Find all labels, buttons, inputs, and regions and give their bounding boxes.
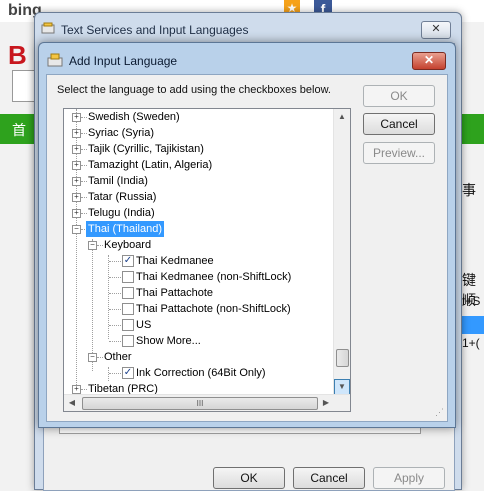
checkbox[interactable] xyxy=(122,271,134,283)
tree-item-label: Thai Pattachote (non-ShiftLock) xyxy=(136,303,291,315)
collapse-icon[interactable]: − xyxy=(88,241,97,250)
scroll-thumb[interactable]: III xyxy=(82,397,318,410)
tree-item-label: Tamil (India) xyxy=(88,175,148,187)
tree-item-label: Show More... xyxy=(136,335,201,347)
horizontal-scrollbar[interactable]: ◀ III ▶ xyxy=(64,394,350,411)
tree-item-label: Syriac (Syria) xyxy=(88,127,155,139)
tree-item-label: US xyxy=(136,319,152,331)
keyboard-icon xyxy=(41,22,55,34)
tree-item-label: Tatar (Russia) xyxy=(88,191,157,203)
close-button[interactable]: ✕ xyxy=(412,52,446,70)
tree-item-label: Tajik (Cyrillic, Tajikistan) xyxy=(88,143,204,155)
ok-button[interactable]: OK xyxy=(363,85,435,107)
tree-item-label: Ink Correction (64Bit Only) xyxy=(136,367,266,379)
dialog-title: Add Input Language xyxy=(69,54,178,68)
expand-icon[interactable]: + xyxy=(72,113,81,122)
checkbox[interactable]: ✓ xyxy=(122,255,134,267)
tree-item-label: Thai Pattachote xyxy=(136,287,214,299)
expand-icon[interactable]: + xyxy=(72,161,81,170)
dialog-title: Text Services and Input Languages xyxy=(61,23,249,37)
instruction-text: Select the language to add using the che… xyxy=(57,84,331,96)
resize-grip-icon[interactable]: ⋰ xyxy=(435,407,444,418)
expand-icon[interactable]: + xyxy=(72,193,81,202)
scroll-thumb[interactable] xyxy=(336,349,349,367)
cancel-button[interactable]: Cancel xyxy=(293,467,365,489)
language-tree[interactable]: + Swedish (Sweden) + Syriac (Syria) + Ta… xyxy=(63,108,351,412)
collapse-icon[interactable]: − xyxy=(88,353,97,362)
apply-button[interactable]: Apply xyxy=(373,467,445,489)
tree-item-label: Tamazight (Latin, Algeria) xyxy=(88,159,213,171)
expand-icon[interactable]: + xyxy=(72,177,81,186)
cancel-button[interactable]: Cancel xyxy=(363,113,435,135)
tree-guide-line xyxy=(108,255,109,339)
tree-guide-line xyxy=(108,367,109,381)
scroll-corner xyxy=(334,395,350,411)
site-side-text: 1+( xyxy=(462,336,480,350)
collapse-icon[interactable]: − xyxy=(72,225,81,234)
tree-item-label: Thai Kedmanee xyxy=(136,255,214,267)
scroll-down-arrow-icon[interactable]: ▼ xyxy=(334,379,350,395)
scroll-up-arrow-icon[interactable]: ▲ xyxy=(334,109,350,125)
tree-item-label: Keyboard xyxy=(104,239,152,251)
dialog-body: Select the language to add using the che… xyxy=(46,74,448,422)
tree-item-label: Thai Kedmanee (non-ShiftLock) xyxy=(136,271,292,283)
site-side-text: t+S xyxy=(462,294,481,308)
site-side-text: 事 xyxy=(462,182,476,198)
tree-item-label: Telugu (India) xyxy=(88,207,155,219)
keyboard-icon xyxy=(47,53,63,67)
ok-button[interactable]: OK xyxy=(213,467,285,489)
expand-icon[interactable]: + xyxy=(72,209,81,218)
close-button[interactable]: ✕ xyxy=(421,21,451,39)
checkbox[interactable] xyxy=(122,319,134,331)
site-nav-item[interactable]: 首 xyxy=(12,120,26,140)
expand-icon[interactable]: + xyxy=(72,145,81,154)
tree-item-label: Other xyxy=(104,351,132,363)
vertical-scrollbar[interactable]: ▲ ▼ xyxy=(333,109,350,395)
checkbox[interactable] xyxy=(122,335,134,347)
site-highlight xyxy=(462,316,484,334)
site-logo: B xyxy=(8,40,27,70)
add-input-language-dialog: Add Input Language ✕ Select the language… xyxy=(38,42,456,428)
expand-icon[interactable]: + xyxy=(72,385,81,394)
tree-item-label: Swedish (Sweden) xyxy=(88,111,180,123)
preview-button[interactable]: Preview... xyxy=(363,142,435,164)
scroll-left-arrow-icon[interactable]: ◀ xyxy=(64,395,80,411)
expand-icon[interactable]: + xyxy=(72,129,81,138)
scroll-right-arrow-icon[interactable]: ▶ xyxy=(318,395,334,411)
checkbox[interactable]: ✓ xyxy=(122,367,134,379)
checkbox[interactable] xyxy=(122,287,134,299)
tree-item-label: Thai (Thailand) xyxy=(86,221,164,237)
checkbox[interactable] xyxy=(122,303,134,315)
